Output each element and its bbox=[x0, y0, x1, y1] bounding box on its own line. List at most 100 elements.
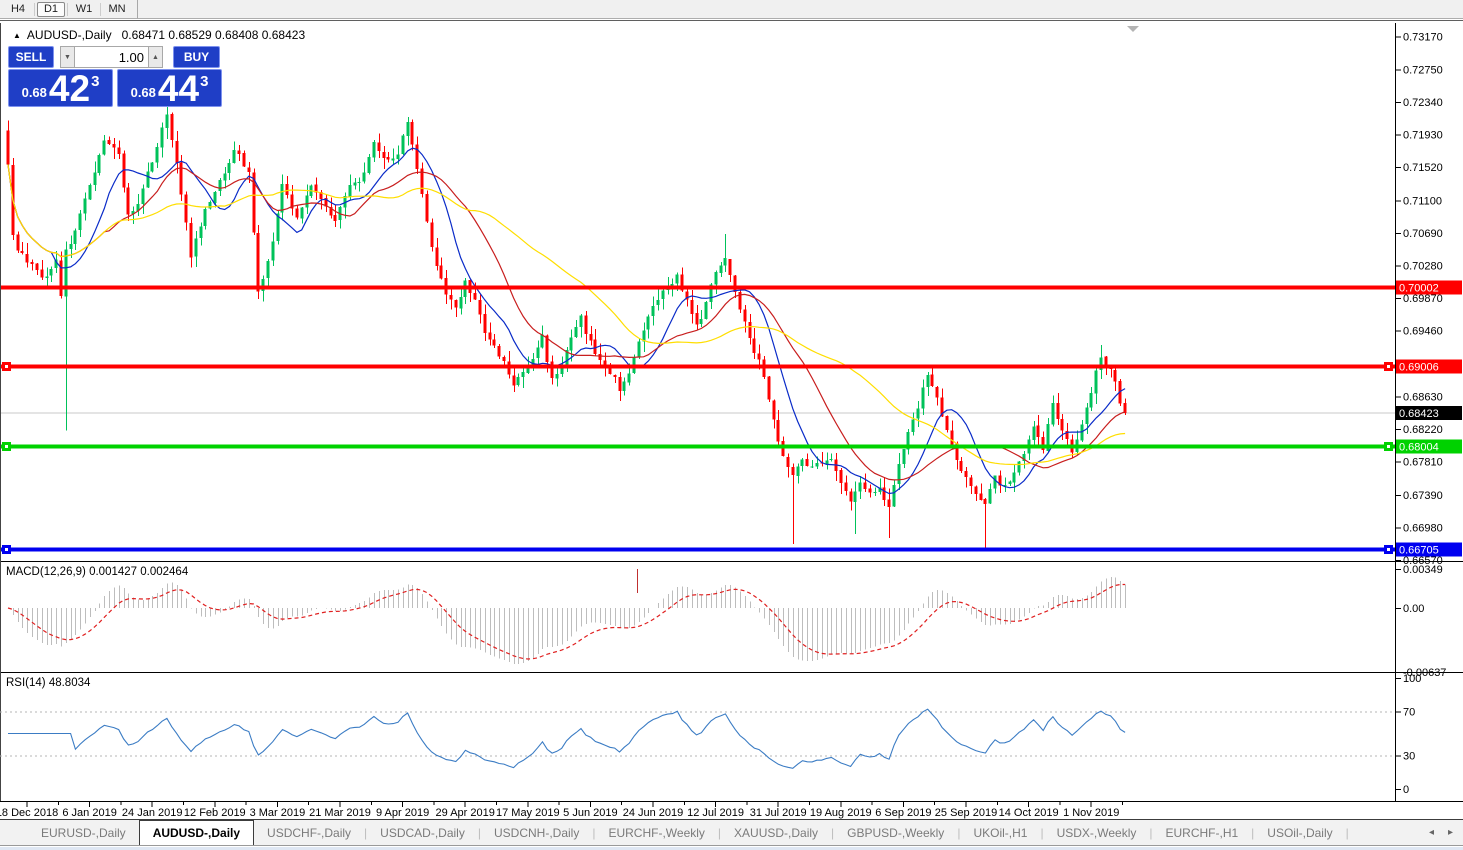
svg-text:0.68220: 0.68220 bbox=[1403, 424, 1443, 436]
tab-scroll-right-icon[interactable]: ▸ bbox=[1448, 826, 1453, 840]
timeframe-toolbar: H4 D1 W1 MN bbox=[0, 0, 1463, 19]
svg-text:31 Jul 2019: 31 Jul 2019 bbox=[750, 807, 807, 819]
chart-canvas[interactable]: 0.73170 0.72750 0.72340 0.71930 0.71520 0.711… bbox=[0, 21, 1463, 820]
svg-text:1 Nov 2019: 1 Nov 2019 bbox=[1063, 807, 1119, 819]
svg-text:30: 30 bbox=[1403, 751, 1415, 763]
tab-xauusd-daily[interactable]: XAUUSD-,Daily bbox=[721, 821, 831, 845]
tab-usdx-weekly[interactable]: USDX-,Weekly bbox=[1044, 821, 1150, 845]
tab-usdchf-daily[interactable]: USDCHF-,Daily bbox=[254, 821, 364, 845]
svg-text:5 Jun 2019: 5 Jun 2019 bbox=[563, 807, 617, 819]
svg-text:0.71100: 0.71100 bbox=[1403, 196, 1442, 208]
tab-scroll-arrows: ◂ ▸ bbox=[1429, 826, 1453, 840]
collapse-panel-icon[interactable]: ▲ bbox=[13, 31, 21, 40]
price-badge-0.69006: 0.69006 bbox=[1399, 362, 1439, 374]
triangle-up-icon: ▲ bbox=[152, 54, 159, 61]
svg-text:0: 0 bbox=[1403, 784, 1409, 796]
svg-text:29 Apr 2019: 29 Apr 2019 bbox=[436, 807, 495, 819]
toolbar-separator bbox=[137, 0, 138, 19]
hline-0.66705[interactable] bbox=[0, 545, 1395, 554]
ma-21-line bbox=[8, 164, 1125, 480]
tab-usoil-daily[interactable]: USOil-,Daily bbox=[1254, 821, 1345, 845]
svg-text:0.00349: 0.00349 bbox=[1403, 564, 1443, 576]
toolbar-separator bbox=[34, 3, 35, 16]
svg-text:18 Dec 2018: 18 Dec 2018 bbox=[0, 807, 58, 819]
tab-eurchf-h1[interactable]: EURCHF-,H1 bbox=[1153, 821, 1252, 845]
svg-text:0.70280: 0.70280 bbox=[1403, 261, 1443, 273]
svg-text:0.70690: 0.70690 bbox=[1403, 228, 1443, 240]
svg-text:14 Oct 2019: 14 Oct 2019 bbox=[999, 807, 1059, 819]
sell-price-prefix: 0.68 bbox=[22, 85, 47, 100]
chart-symbol-period: AUDUSD-,Daily bbox=[27, 28, 112, 42]
volume-decrease-button[interactable]: ▼ bbox=[60, 46, 75, 68]
chart-tabs-list: EURUSD-,DailyAUDUSD-,DailyUSDCHF-,Daily |… bbox=[0, 820, 1349, 845]
tab-audusd-daily[interactable]: AUDUSD-,Daily bbox=[139, 820, 254, 845]
tab-separator: | bbox=[1346, 821, 1349, 845]
buy-button[interactable]: BUY bbox=[173, 46, 220, 68]
hline-0.69006[interactable] bbox=[0, 362, 1395, 371]
tab-gbpusd-weekly[interactable]: GBPUSD-,Weekly bbox=[834, 821, 957, 845]
svg-text:0.66980: 0.66980 bbox=[1403, 523, 1443, 535]
price-badge-0.68004: 0.68004 bbox=[1399, 441, 1439, 453]
timeframe-w1-button[interactable]: W1 bbox=[70, 2, 98, 17]
svg-text:0.69870: 0.69870 bbox=[1403, 293, 1443, 305]
svg-text:70: 70 bbox=[1403, 706, 1415, 718]
buy-price-digits: 44 bbox=[158, 74, 199, 103]
chart-window: 0.73170 0.72750 0.72340 0.71930 0.71520 0.711… bbox=[0, 20, 1463, 819]
svg-text:19 Aug 2019: 19 Aug 2019 bbox=[810, 807, 872, 819]
rsi-line bbox=[8, 709, 1125, 768]
svg-text:0.72750: 0.72750 bbox=[1403, 65, 1443, 77]
volume-input[interactable] bbox=[75, 46, 148, 68]
svg-text:6 Jan 2019: 6 Jan 2019 bbox=[62, 807, 116, 819]
price-badges: 0.70002 0.69006 0.68004 0.66705 0.68423 bbox=[1396, 281, 1462, 557]
tab-scroll-left-icon[interactable]: ◂ bbox=[1429, 826, 1434, 840]
chart-title: ▲ AUDUSD-,Daily 0.68471 0.68529 0.68408 0.… bbox=[13, 28, 305, 42]
svg-text:0.73170: 0.73170 bbox=[1403, 31, 1443, 43]
svg-text:0.71520: 0.71520 bbox=[1403, 162, 1443, 174]
sell-button[interactable]: SELL bbox=[8, 46, 54, 68]
svg-text:24 Jun 2019: 24 Jun 2019 bbox=[623, 807, 684, 819]
timeframe-d1-button[interactable]: D1 bbox=[37, 2, 65, 17]
svg-text:12 Jul 2019: 12 Jul 2019 bbox=[687, 807, 744, 819]
svg-text:0.72340: 0.72340 bbox=[1403, 97, 1443, 109]
tab-ukoil-h1[interactable]: UKOil-,H1 bbox=[960, 821, 1040, 845]
chart-shift-icon[interactable] bbox=[1127, 26, 1139, 32]
tab-usdcad-daily[interactable]: USDCAD-,Daily bbox=[367, 821, 478, 845]
price-badge-0.68423: 0.68423 bbox=[1399, 408, 1439, 420]
svg-text:0.68630: 0.68630 bbox=[1403, 392, 1443, 404]
toolbar-separator bbox=[100, 3, 101, 16]
price-badge-0.66705: 0.66705 bbox=[1399, 544, 1439, 556]
macd-axis: 0.003490.00-0.00637 bbox=[1396, 564, 1446, 679]
sell-price-pip: 3 bbox=[91, 73, 99, 90]
rsi-axis: 100 70 30 0 bbox=[1396, 673, 1421, 796]
svg-text:0.69460: 0.69460 bbox=[1403, 326, 1443, 338]
tab-eurchf-weekly[interactable]: EURCHF-,Weekly bbox=[595, 821, 717, 845]
macd-signal-line bbox=[8, 585, 1125, 660]
price-badge-0.70002: 0.70002 bbox=[1399, 283, 1439, 295]
svg-text:12 Feb 2019: 12 Feb 2019 bbox=[184, 807, 246, 819]
timeframe-h4-button[interactable]: H4 bbox=[4, 2, 32, 17]
chart-ohlc-values: 0.68471 0.68529 0.68408 0.68423 bbox=[122, 28, 306, 42]
timeframe-mn-button[interactable]: MN bbox=[103, 2, 131, 17]
svg-text:24 Jan 2019: 24 Jan 2019 bbox=[122, 807, 183, 819]
buy-price-pip: 3 bbox=[200, 73, 208, 90]
svg-text:0.67810: 0.67810 bbox=[1403, 457, 1443, 469]
svg-text:6 Sep 2019: 6 Sep 2019 bbox=[875, 807, 931, 819]
buy-price-prefix: 0.68 bbox=[131, 85, 156, 100]
tab-eurusd-daily[interactable]: EURUSD-,Daily bbox=[28, 821, 139, 845]
svg-text:100: 100 bbox=[1403, 673, 1421, 685]
volume-increase-button[interactable]: ▲ bbox=[148, 46, 163, 68]
one-click-trading-panel: SELL ▼ ▲ BUY 0.68423 0.68443 bbox=[8, 46, 224, 107]
chart-tabbar: EURUSD-,DailyAUDUSD-,DailyUSDCHF-,Daily |… bbox=[0, 819, 1463, 846]
volume-stepper: ▼ ▲ bbox=[60, 46, 163, 68]
buy-price-display[interactable]: 0.68443 bbox=[117, 69, 222, 107]
svg-text:0.00: 0.00 bbox=[1403, 603, 1424, 615]
svg-text:0.67390: 0.67390 bbox=[1403, 490, 1443, 502]
date-axis: 18 Dec 2018 6 Jan 2019 24 Jan 201912 Feb 2… bbox=[0, 802, 1123, 819]
sell-price-digits: 42 bbox=[49, 74, 90, 103]
sell-price-display[interactable]: 0.68423 bbox=[8, 69, 113, 107]
svg-text:9 Apr 2019: 9 Apr 2019 bbox=[376, 807, 429, 819]
hline-0.68004[interactable] bbox=[0, 442, 1395, 451]
panel-borders bbox=[0, 23, 1463, 802]
tab-usdcnh-daily[interactable]: USDCNH-,Daily bbox=[481, 821, 592, 845]
svg-text:0.71930: 0.71930 bbox=[1403, 130, 1443, 142]
